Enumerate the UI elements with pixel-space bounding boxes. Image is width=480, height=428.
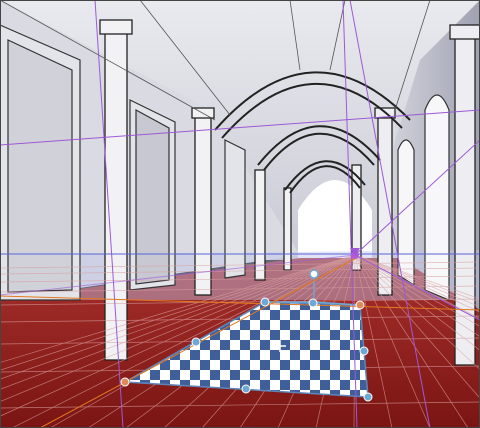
handle-top-right — [355, 300, 365, 310]
handle-right-mid — [359, 346, 369, 356]
handle-left-mid — [191, 337, 201, 347]
handle-pivot-top — [309, 269, 319, 279]
perspective-canvas[interactable] — [0, 0, 480, 428]
canvas-area[interactable] — [0, 0, 480, 428]
handle-bottom-left — [120, 377, 130, 387]
handle-bottom-mid — [241, 384, 251, 394]
handle-top-mid — [308, 298, 318, 308]
handle-bottom-right — [363, 392, 373, 402]
handle-top-left — [260, 297, 270, 307]
